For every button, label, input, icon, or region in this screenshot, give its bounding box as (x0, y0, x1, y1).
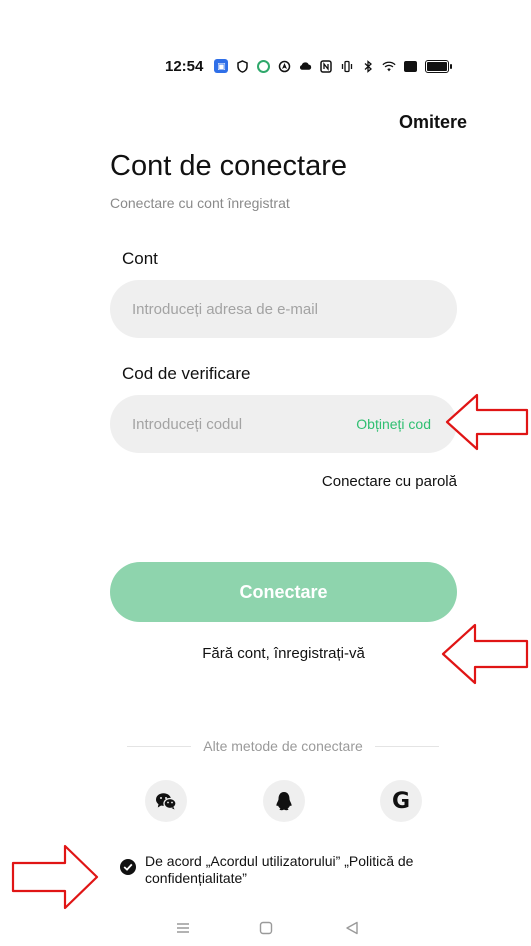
app-icon: ▣ (214, 59, 229, 73)
nfc-icon (319, 59, 333, 73)
agreement-text[interactable]: De acord „Acordul utilizatorului” „Polit… (145, 853, 480, 887)
qq-login-button[interactable] (263, 780, 305, 822)
login-button[interactable]: Conectare (110, 562, 457, 622)
google-login-button[interactable]: G (380, 780, 422, 822)
home-icon[interactable] (259, 921, 273, 940)
agreement-checkbox[interactable] (120, 859, 136, 875)
battery-icon (424, 59, 453, 73)
bluetooth-icon (361, 59, 375, 73)
qq-icon (276, 792, 292, 811)
vibrate-icon (340, 59, 354, 73)
code-label: Cod de verificare (122, 364, 251, 383)
nav-icon (277, 59, 291, 73)
back-icon[interactable] (345, 921, 359, 940)
page-title: Cont de conectare (110, 150, 347, 182)
divider-line-right (374, 745, 440, 747)
account-field (110, 280, 457, 338)
password-login-link[interactable]: Conectare cu parolă (322, 473, 457, 490)
box-icon (403, 59, 417, 73)
code-input[interactable] (132, 415, 357, 433)
wifi-icon (382, 59, 396, 73)
other-methods-label: Alte metode de conectare (203, 738, 363, 754)
annotation-arrow-agreement (11, 844, 99, 910)
checkmark-icon (123, 863, 133, 871)
skip-button[interactable]: Omitere (399, 112, 467, 133)
code-field: Obțineți cod (110, 395, 457, 453)
shield-icon (235, 59, 249, 73)
account-label: Cont (122, 249, 158, 268)
status-time: 12:54 (165, 57, 204, 75)
email-input[interactable] (132, 300, 435, 318)
wechat-login-button[interactable] (145, 780, 187, 822)
system-nav-bar (0, 921, 531, 943)
get-code-button[interactable]: Obțineți cod (356, 416, 431, 432)
wechat-icon (156, 793, 177, 810)
page-subtitle: Conectare cu cont înregistrat (110, 195, 290, 211)
google-icon: G (391, 788, 411, 814)
menu-icon[interactable] (176, 921, 190, 940)
status-bar: 12:54 ▣ (165, 54, 453, 78)
divider-line-left (127, 745, 192, 747)
ring-icon (256, 59, 270, 73)
annotation-arrow-get-code (445, 393, 529, 451)
agreement-row: De acord „Acordul utilizatorului” „Polit… (120, 853, 480, 887)
cloud-icon (298, 59, 312, 73)
other-methods-divider: Alte metode de conectare (127, 738, 440, 754)
annotation-arrow-register (441, 623, 529, 685)
